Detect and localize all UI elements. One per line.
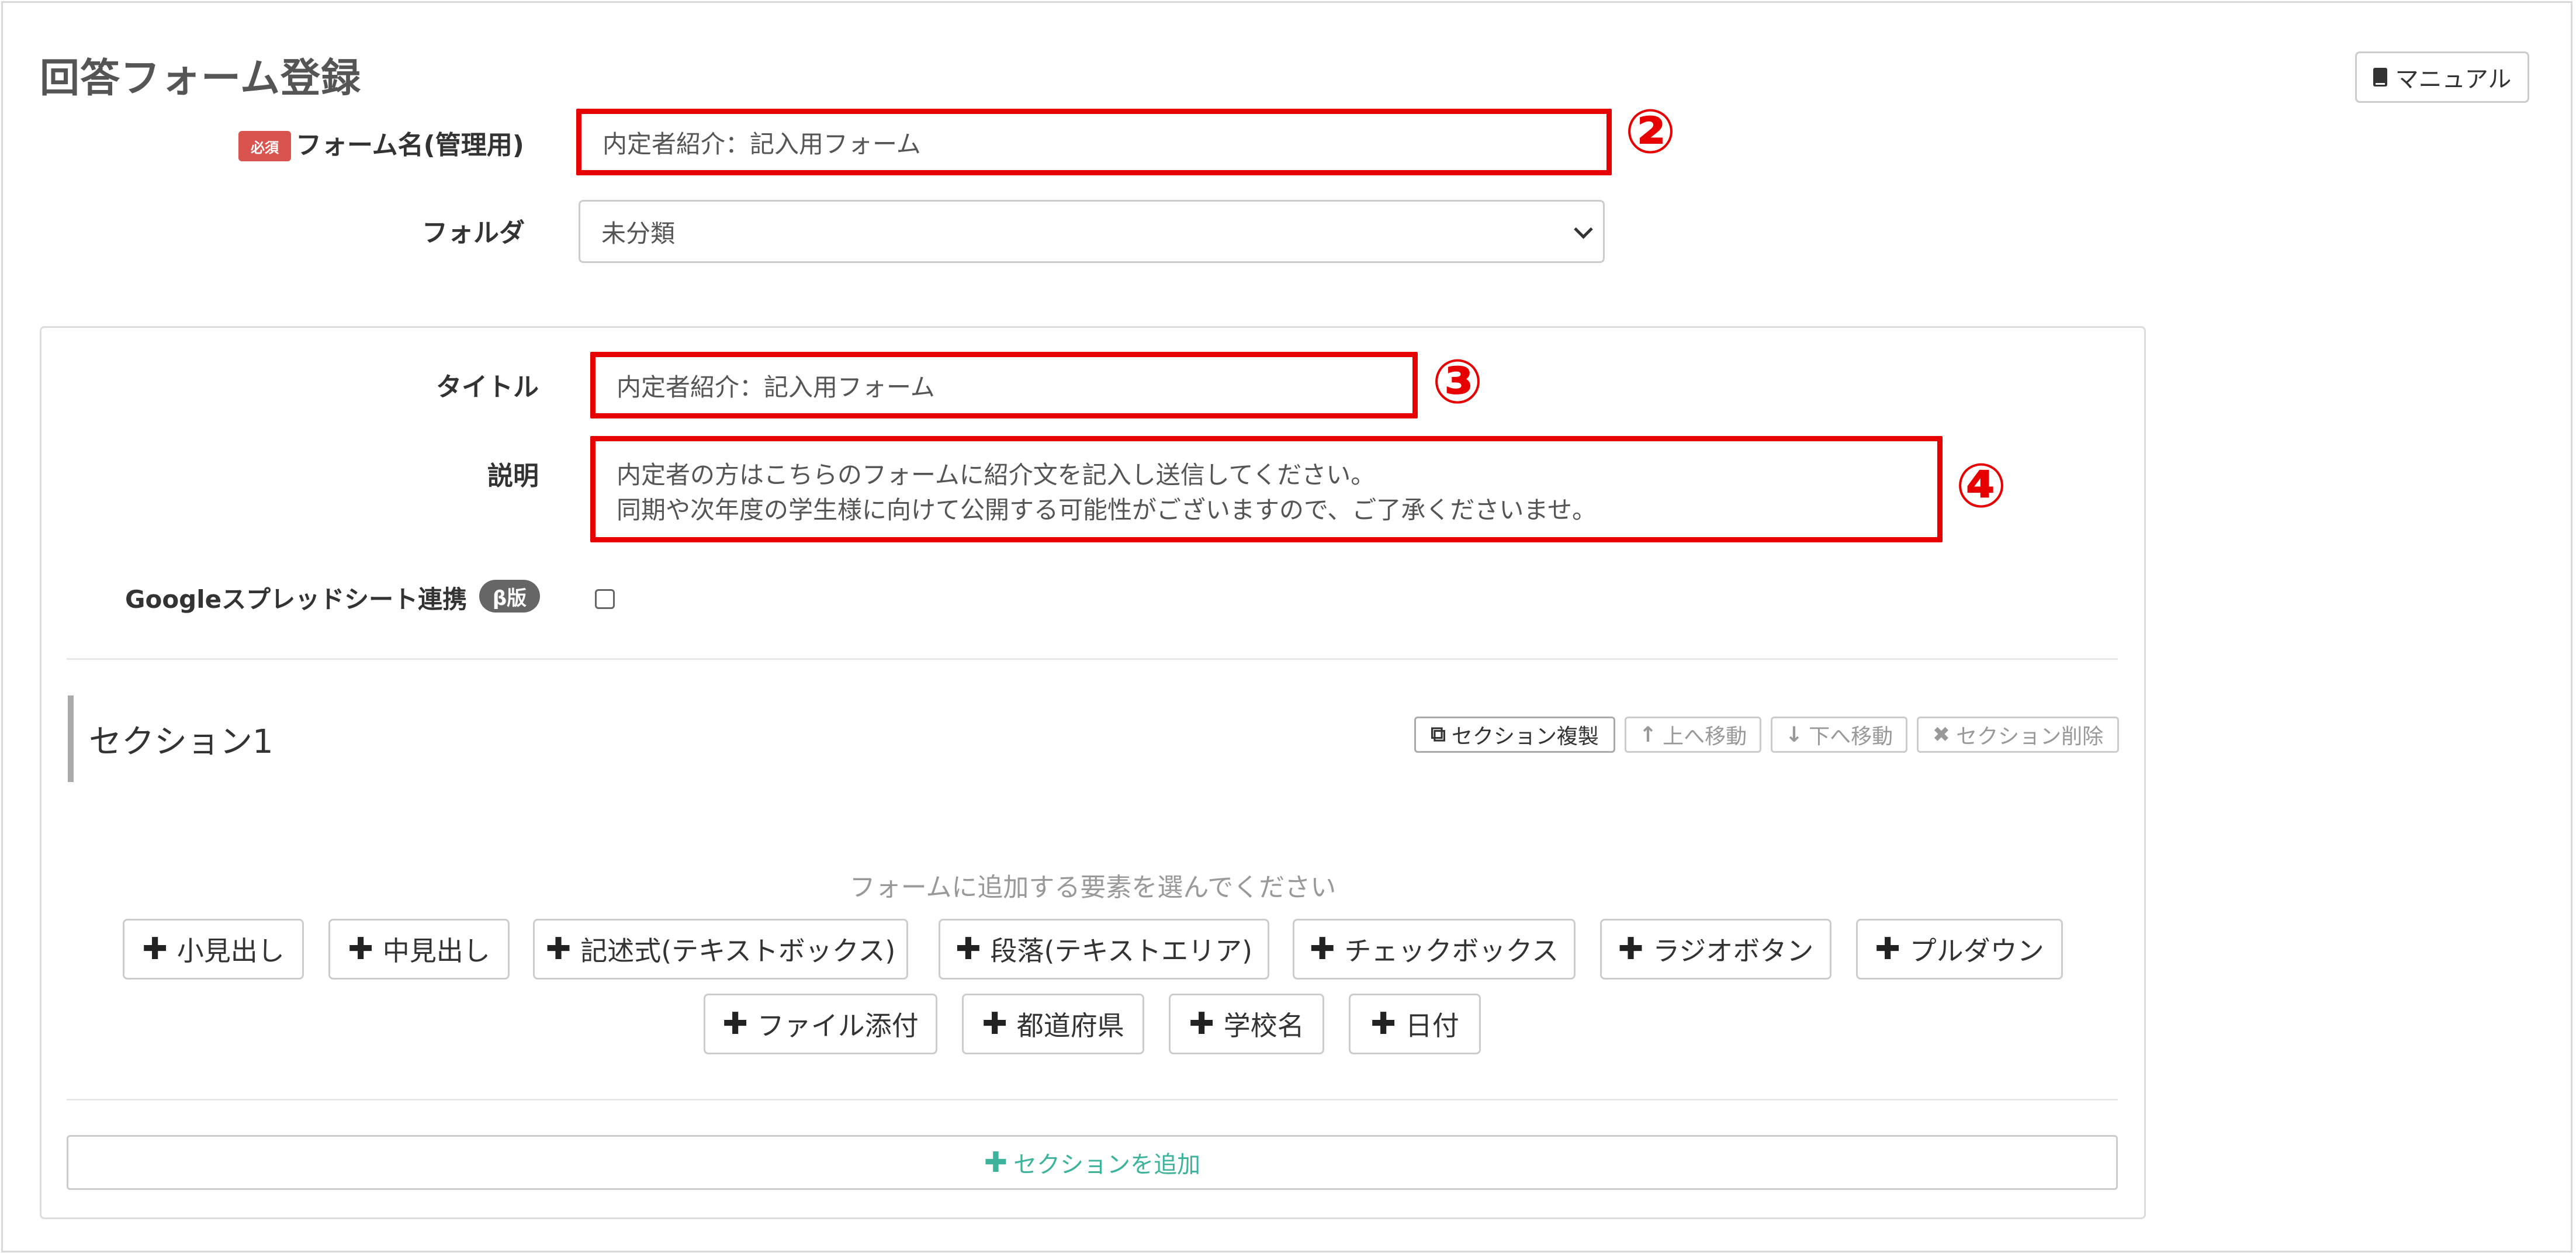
folder-select[interactable]: 未分類	[579, 200, 1605, 263]
form-name-label: フォーム名(管理用)	[296, 130, 524, 160]
description-line-1: 内定者の方はこちらのフォームに紹介文を記入し送信してください。	[617, 461, 1376, 489]
annotation-2: ②	[1625, 96, 1677, 167]
section-down-label: 下へ移動	[1809, 725, 1893, 749]
sheets-checkbox[interactable]	[595, 589, 615, 609]
description-label: 説明	[487, 461, 539, 491]
section-copy-button[interactable]: ⧉ セクション複製	[1414, 717, 1615, 753]
add-section-button[interactable]: ✚ セクションを追加	[67, 1135, 2118, 1190]
manual-button-label: マニュアル	[2395, 66, 2512, 93]
form-name-input[interactable]: 内定者紹介：記入用フォーム	[576, 109, 1612, 175]
sheets-label: Googleスプレッドシート連携	[125, 585, 468, 614]
add-button-label: ラジオボタン	[1653, 935, 1814, 967]
add-school-button[interactable]: ✚ 学校名	[1169, 994, 1324, 1054]
add-button-label: チェックボックス	[1344, 935, 1559, 967]
manual-button[interactable]: マニュアル	[2355, 51, 2529, 103]
add-button-label: 学校名	[1223, 1010, 1304, 1042]
plus-icon: ✚	[982, 1006, 1007, 1042]
chevron-down-icon	[1574, 220, 1593, 239]
folder-select-value: 未分類	[601, 219, 676, 248]
add-button-label: 日付	[1405, 1010, 1459, 1042]
add-pulldown-button[interactable]: ✚ プルダウン	[1856, 919, 2063, 980]
add-small-heading-button[interactable]: ✚ 小見出し	[123, 919, 304, 980]
section-copy-label: セクション複製	[1451, 725, 1599, 749]
add-date-button[interactable]: ✚ 日付	[1349, 994, 1481, 1054]
section-accent-bar	[68, 696, 74, 782]
arrow-up-icon: ↑	[1639, 722, 1657, 747]
section-delete-button[interactable]: ✖ セクション削除	[1917, 717, 2119, 753]
plus-icon: ✚	[1309, 932, 1335, 967]
add-file-button[interactable]: ✚ ファイル添付	[704, 994, 937, 1054]
description-textarea[interactable]: 内定者の方はこちらのフォームに紹介文を記入し送信してください。 同期や次年度の学…	[590, 436, 1943, 542]
add-element-hint: フォームに追加する要素を選んでください	[849, 873, 1337, 902]
divider	[67, 658, 2118, 660]
section-delete-label: セクション削除	[1956, 725, 2104, 749]
add-button-label: 段落(テキストエリア)	[990, 935, 1253, 967]
plus-icon: ✚	[545, 932, 572, 967]
add-button-label: 小見出し	[176, 935, 285, 967]
section-up-label: 上へ移動	[1663, 725, 1747, 749]
description-line-2: 同期や次年度の学生様に向けて公開する可能性がございますので、ご了承くださいませ。	[617, 496, 1597, 524]
add-textbox-button[interactable]: ✚ 記述式(テキストボックス)	[533, 919, 908, 980]
section-title: セクション1	[89, 723, 273, 761]
required-badge: 必須	[238, 131, 291, 161]
plus-icon: ✚	[1618, 932, 1644, 967]
add-textarea-button[interactable]: ✚ 段落(テキストエリア)	[939, 919, 1269, 980]
close-icon: ✖	[1932, 722, 1951, 747]
add-section-label: セクションを追加	[1013, 1151, 1201, 1178]
plus-icon: ✚	[722, 1006, 748, 1042]
add-button-label: 都道府県	[1016, 1010, 1124, 1042]
plus-icon: ✚	[1875, 932, 1900, 967]
plus-icon: ✚	[1189, 1006, 1214, 1042]
add-button-label: 中見出し	[382, 935, 490, 967]
plus-icon: ✚	[348, 932, 373, 967]
add-radio-button[interactable]: ✚ ラジオボタン	[1600, 919, 1831, 980]
plus-icon: ✚	[142, 932, 168, 967]
section-down-button[interactable]: ↓ 下へ移動	[1771, 717, 1907, 753]
beta-badge: β版	[479, 580, 540, 613]
add-button-label: 記述式(テキストボックス)	[580, 935, 896, 967]
book-icon	[2373, 68, 2387, 86]
folder-label: フォルダ	[422, 218, 525, 248]
section-up-button[interactable]: ↑ 上へ移動	[1625, 717, 1761, 753]
title-label: タイトル	[436, 372, 539, 402]
annotation-4: ④	[1955, 450, 2007, 521]
add-prefecture-button[interactable]: ✚ 都道府県	[962, 994, 1144, 1054]
title-input[interactable]: 内定者紹介：記入用フォーム	[590, 352, 1418, 418]
add-button-label: ファイル添付	[757, 1010, 919, 1042]
plus-icon: ✚	[955, 932, 981, 967]
plus-icon: ✚	[1370, 1006, 1396, 1042]
plus-icon: ✚	[984, 1146, 1008, 1179]
add-medium-heading-button[interactable]: ✚ 中見出し	[328, 919, 510, 980]
arrow-down-icon: ↓	[1785, 722, 1803, 747]
copy-icon: ⧉	[1431, 722, 1446, 746]
divider	[67, 1099, 2118, 1101]
annotation-3: ③	[1432, 346, 1484, 417]
page-title: 回答フォーム登録	[40, 56, 361, 102]
add-checkbox-button[interactable]: ✚ チェックボックス	[1293, 919, 1576, 980]
add-button-label: プルダウン	[1909, 935, 2044, 967]
